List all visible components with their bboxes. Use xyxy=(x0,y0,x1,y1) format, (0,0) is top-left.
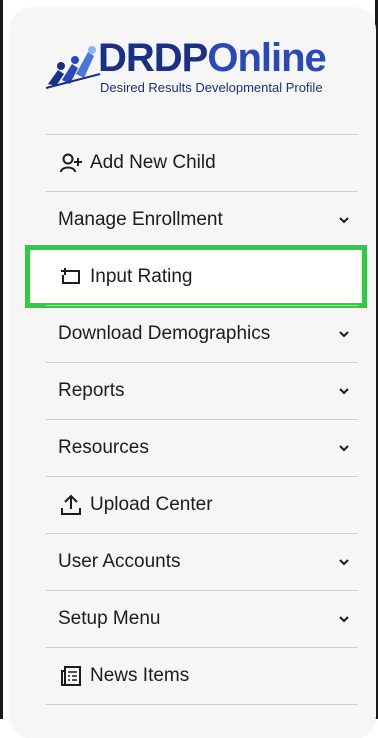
sidebar-item-upload-center[interactable]: Upload Center xyxy=(46,476,358,533)
sidebar-item-label: Upload Center xyxy=(90,494,213,515)
chevron-down-icon xyxy=(339,388,349,395)
chevron-down-icon xyxy=(339,559,349,566)
sidebar-item-label: Download Demographics xyxy=(58,323,271,344)
sidebar-item-input-rating[interactable]: Input Rating xyxy=(25,245,367,308)
chevron-down-icon xyxy=(339,331,349,338)
sidebar-item-label: Add New Child xyxy=(90,152,216,173)
sidebar-item-label: User Accounts xyxy=(58,551,181,572)
sidebar-item-add-new-child[interactable]: Add New Child xyxy=(46,134,358,191)
sidebar-item-manage-enrollment[interactable]: Manage Enrollment xyxy=(46,191,358,248)
chevron-down-icon xyxy=(339,217,349,224)
sidebar-item-label: Reports xyxy=(58,380,125,401)
chevron-down-icon xyxy=(339,445,349,452)
add-person-icon xyxy=(58,150,84,176)
sidebar-item-label: News Items xyxy=(90,665,190,686)
drdp-logo[interactable]: DRDPOnline Desired Results Developmental… xyxy=(44,36,364,108)
sidebar-item-user-accounts[interactable]: User Accounts xyxy=(46,533,358,590)
window-border-left xyxy=(0,0,3,719)
sidebar-item-label: Input Rating xyxy=(90,266,193,287)
logo-subtitle: Desired Results Developmental Profile xyxy=(100,80,323,95)
upload-icon xyxy=(58,492,84,518)
sidebar-item-download-demographics[interactable]: Download Demographics xyxy=(46,305,358,362)
sidebar-item-label: Resources xyxy=(58,437,149,458)
sidebar-item-setup-menu[interactable]: Setup Menu xyxy=(46,590,358,647)
sidebar-item-resources[interactable]: Resources xyxy=(46,419,358,476)
sidebar-item-label: Setup Menu xyxy=(58,608,161,629)
input-rating-icon xyxy=(58,264,84,290)
sidebar-item-news-items[interactable]: News Items xyxy=(46,647,358,704)
sidebar-item-label: Manage Enrollment xyxy=(58,209,223,230)
runners-logo-icon xyxy=(45,46,101,89)
news-icon xyxy=(58,663,84,689)
logo-wordmark: DRDPOnline xyxy=(98,36,327,80)
sidebar-item-reports[interactable]: Reports xyxy=(46,362,358,419)
menu-divider xyxy=(46,704,358,706)
chevron-down-icon xyxy=(339,616,349,623)
sidebar-menu: Add New Child Manage Enrollment Input Ra… xyxy=(25,134,367,706)
